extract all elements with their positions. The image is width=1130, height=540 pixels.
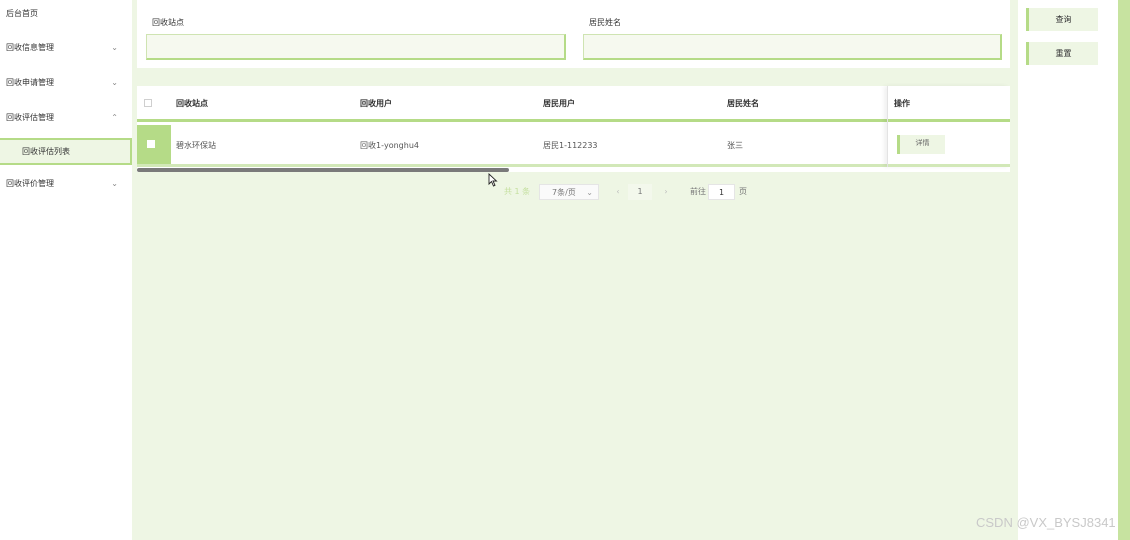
next-page-button[interactable]: ›	[658, 184, 674, 200]
sidebar-item-label: 回收申请管理	[6, 78, 54, 87]
goto-page-input[interactable]: 1	[708, 184, 735, 200]
sidebar-item-recycle-review[interactable]: 回收评价管理 ⌄	[0, 172, 132, 196]
watermark: CSDN @VX_BYSJ8341	[976, 515, 1116, 530]
page-size-select[interactable]: 7条/页 ⌄	[539, 184, 599, 200]
sidebar-subitem-evaluate-list[interactable]: 回收评估列表	[0, 138, 132, 165]
column-header-station[interactable]: 回收站点	[176, 98, 208, 109]
column-header-resident-name[interactable]: 居民姓名	[727, 98, 759, 109]
chevron-down-icon: ⌄	[111, 78, 118, 87]
sidebar-item-label: 回收评估管理	[6, 113, 54, 122]
sidebar-item-recycle-info[interactable]: 回收信息管理 ⌄	[0, 36, 132, 60]
sidebar-item-label: 回收信息管理	[6, 43, 54, 52]
sidebar-item-recycle-evaluate[interactable]: 回收评估管理 ⌃	[0, 106, 132, 130]
table-header: 回收站点 回收用户 居民用户 居民姓名 操作	[137, 86, 1010, 122]
cell-recycle-user: 回收1-yonghu4	[360, 141, 419, 150]
sidebar-item-home[interactable]: 后台首页	[0, 2, 132, 26]
sidebar-item-recycle-apply[interactable]: 回收申请管理 ⌄	[0, 71, 132, 95]
chevron-up-icon: ⌃	[111, 113, 118, 122]
page-number-current[interactable]: 1	[628, 184, 652, 200]
fixed-action-column	[887, 86, 1010, 167]
detail-button[interactable]: 详情	[897, 135, 945, 154]
resident-name-label: 居民姓名	[589, 18, 621, 27]
sidebar: 后台首页 回收信息管理 ⌄ 回收申请管理 ⌄ 回收评估管理 ⌃ 回收评估列表 回…	[0, 0, 132, 540]
row-checkbox[interactable]	[147, 140, 155, 148]
pagination-total: 共 1 条	[504, 187, 531, 196]
search-panel: 回收站点 居民姓名	[137, 0, 1010, 68]
column-header-recycle-user[interactable]: 回收用户	[360, 98, 392, 109]
page-scrollbar[interactable]	[1118, 0, 1130, 540]
chevron-down-icon: ⌄	[111, 179, 118, 188]
sidebar-subitem-label: 回收评估列表	[22, 147, 70, 156]
reset-button[interactable]: 重置	[1026, 42, 1098, 65]
mouse-cursor-icon	[488, 173, 498, 187]
action-panel: 查询 重置	[1018, 0, 1108, 540]
chevron-down-icon: ⌄	[586, 188, 593, 197]
main-content: 回收站点 居民姓名 回收站点 回收用户 居民用户 居民姓名 操作 碧水环保站 回…	[132, 0, 1018, 540]
cell-station: 碧水环保站	[176, 141, 216, 150]
station-label: 回收站点	[152, 18, 184, 27]
select-all-checkbox[interactable]	[144, 99, 152, 107]
table-row[interactable]: 碧水环保站 回收1-yonghu4 居民1-112233 张三	[137, 125, 1010, 167]
prev-page-button[interactable]: ‹	[610, 184, 626, 200]
query-button[interactable]: 查询	[1026, 8, 1098, 31]
goto-label: 前往	[690, 187, 706, 196]
resident-name-input[interactable]	[583, 34, 1002, 60]
page-suffix-label: 页	[739, 187, 747, 196]
horizontal-scrollbar[interactable]	[137, 168, 509, 172]
column-header-resident-user[interactable]: 居民用户	[543, 98, 575, 109]
row-select-cell	[137, 125, 171, 164]
sidebar-item-label: 回收评价管理	[6, 179, 54, 188]
sidebar-item-label: 后台首页	[6, 9, 38, 18]
chevron-down-icon: ⌄	[111, 43, 118, 52]
cell-resident-name: 张三	[727, 141, 743, 150]
cell-resident-user: 居民1-112233	[543, 141, 598, 150]
data-table: 回收站点 回收用户 居民用户 居民姓名 操作 碧水环保站 回收1-yonghu4…	[137, 86, 1010, 172]
page-size-value: 7条/页	[552, 188, 576, 197]
station-input[interactable]	[146, 34, 566, 60]
